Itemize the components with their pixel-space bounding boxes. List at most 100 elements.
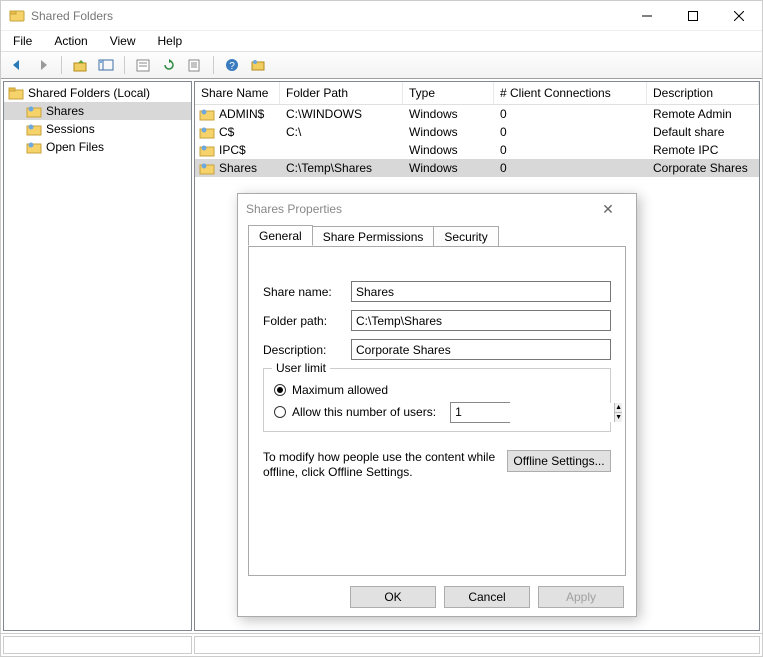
tree-root-node[interactable]: Shared Folders (Local) — [4, 84, 191, 102]
app-icon — [9, 8, 25, 24]
status-right — [194, 636, 760, 654]
user-limit-group: User limit Maximum allowed Allow this nu… — [263, 368, 611, 432]
col-header-folder[interactable]: Folder Path — [280, 82, 403, 104]
tree-item-label: Open Files — [46, 140, 104, 154]
dialog-button-row: OK Cancel Apply — [238, 578, 636, 616]
statusbar — [1, 634, 762, 656]
toolbar-separator — [124, 56, 125, 74]
share-node-icon — [26, 139, 42, 155]
share-icon — [199, 142, 215, 158]
svg-text:?: ? — [229, 61, 235, 72]
help-button[interactable]: ? — [220, 54, 244, 76]
radio-dot-icon — [274, 384, 286, 396]
tree-pane[interactable]: Shared Folders (Local) Shares Sessions Ope… — [3, 81, 192, 631]
cell-desc: Remote Admin — [647, 107, 759, 121]
ok-button[interactable]: OK — [350, 586, 436, 608]
dialog-close-button[interactable]: ✕ — [588, 201, 628, 218]
menu-action[interactable]: Action — [50, 32, 91, 50]
refresh-button[interactable] — [157, 54, 181, 76]
radio-allow-label: Allow this number of users: — [292, 405, 436, 419]
share-node-icon — [26, 103, 42, 119]
user-number-spinner[interactable]: ▲ ▼ — [450, 402, 510, 423]
col-header-desc[interactable]: Description — [647, 82, 759, 104]
offline-help-text: To modify how people use the content whi… — [263, 450, 497, 480]
back-button[interactable] — [5, 54, 29, 76]
cell-name: C$ — [195, 124, 280, 140]
menu-file[interactable]: File — [9, 32, 36, 50]
spinner-up-button[interactable]: ▲ — [614, 403, 622, 413]
share-icon — [199, 124, 215, 140]
forward-button[interactable] — [31, 54, 55, 76]
tree-item[interactable]: Sessions — [4, 120, 191, 138]
up-button[interactable] — [68, 54, 92, 76]
table-row[interactable]: ADMIN$C:\WINDOWSWindows0Remote Admin — [195, 105, 759, 123]
folder-tree-icon — [8, 85, 24, 101]
radio-max-allowed[interactable]: Maximum allowed — [274, 379, 600, 401]
tree-root-label: Shared Folders (Local) — [28, 86, 150, 100]
tree-item[interactable]: Open Files — [4, 138, 191, 156]
dialog-title: Shares Properties — [246, 202, 588, 216]
toolbar: ? — [1, 51, 762, 79]
maximize-button[interactable] — [670, 1, 716, 31]
col-header-clients[interactable]: # Client Connections — [494, 82, 647, 104]
cell-desc: Default share — [647, 125, 759, 139]
description-input[interactable] — [351, 339, 611, 360]
menubar: File Action View Help — [1, 31, 762, 51]
properties-button[interactable] — [131, 54, 155, 76]
table-row[interactable]: IPC$ Windows0Remote IPC — [195, 141, 759, 159]
cell-type: Windows — [403, 125, 494, 139]
menu-view[interactable]: View — [106, 32, 140, 50]
menu-help[interactable]: Help — [154, 32, 187, 50]
cell-desc: Corporate Shares — [647, 161, 759, 175]
toolbar-separator — [213, 56, 214, 74]
minimize-button[interactable] — [624, 1, 670, 31]
close-button[interactable] — [716, 1, 762, 31]
table-row[interactable]: C$C:\Windows0Default share — [195, 123, 759, 141]
col-header-type[interactable]: Type — [403, 82, 494, 104]
cell-folder: C:\WINDOWS — [280, 107, 403, 121]
cell-type: Windows — [403, 143, 494, 157]
cell-name: ADMIN$ — [195, 106, 280, 122]
label-share-name: Share name: — [263, 285, 351, 299]
folder-path-input[interactable] — [351, 310, 611, 331]
tab-general[interactable]: General — [248, 225, 313, 246]
cell-clients: 0 — [494, 161, 647, 175]
cell-folder: C:\Temp\Shares — [280, 161, 403, 175]
radio-allow-number[interactable]: Allow this number of users: ▲ ▼ — [274, 401, 600, 423]
cell-name: IPC$ — [195, 142, 280, 158]
cancel-button[interactable]: Cancel — [444, 586, 530, 608]
window-title: Shared Folders — [31, 9, 624, 23]
cell-desc: Remote IPC — [647, 143, 759, 157]
window-titlebar: Shared Folders — [1, 1, 762, 31]
properties-dialog: Shares Properties ✕ General Share Permis… — [237, 193, 637, 617]
label-folder-path: Folder path: — [263, 314, 351, 328]
tab-share-permissions[interactable]: Share Permissions — [312, 226, 435, 247]
tree-item[interactable]: Shares — [4, 102, 191, 120]
apply-button[interactable]: Apply — [538, 586, 624, 608]
cell-clients: 0 — [494, 143, 647, 157]
dialog-titlebar: Shares Properties ✕ — [238, 194, 636, 224]
share-node-icon — [26, 121, 42, 137]
cell-folder: C:\ — [280, 125, 403, 139]
tab-security[interactable]: Security — [433, 226, 498, 247]
share-icon — [199, 106, 215, 122]
cell-clients: 0 — [494, 107, 647, 121]
spinner-down-button[interactable]: ▼ — [614, 413, 622, 422]
radio-dot-icon — [274, 406, 286, 418]
show-hide-tree-button[interactable] — [94, 54, 118, 76]
status-left — [3, 636, 192, 654]
export-list-button[interactable] — [183, 54, 207, 76]
new-share-button[interactable] — [246, 54, 270, 76]
dialog-tabstrip: General Share Permissions Security — [248, 225, 626, 247]
toolbar-separator — [61, 56, 62, 74]
share-icon — [199, 160, 215, 176]
tabpage-general: Share name: Folder path: Description: Us… — [248, 246, 626, 576]
tree-item-label: Shares — [46, 104, 84, 118]
cell-type: Windows — [403, 161, 494, 175]
share-name-input[interactable] — [351, 281, 611, 302]
tree-item-label: Sessions — [46, 122, 95, 136]
col-header-name[interactable]: Share Name — [195, 82, 280, 104]
user-number-input[interactable] — [451, 403, 614, 422]
offline-settings-button[interactable]: Offline Settings... — [507, 450, 611, 472]
table-row[interactable]: SharesC:\Temp\SharesWindows0Corporate Sh… — [195, 159, 759, 177]
